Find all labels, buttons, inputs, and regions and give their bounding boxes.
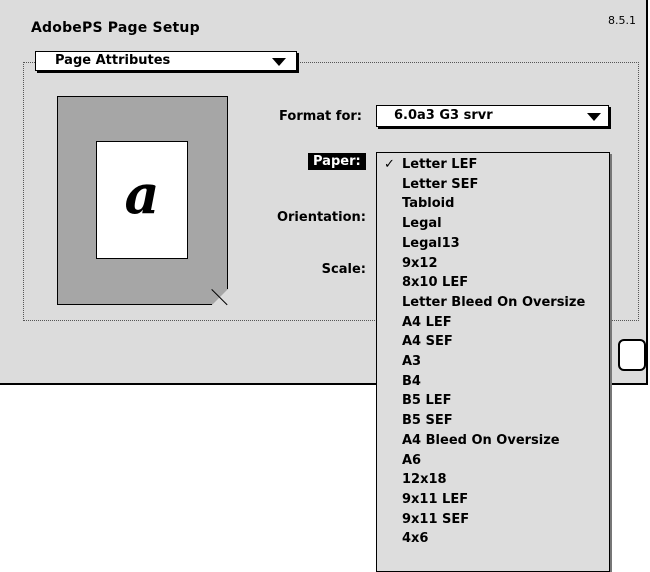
paper-menu-item[interactable]: A6 xyxy=(377,451,609,470)
paper-menu-item-label: A3 xyxy=(402,354,422,369)
paper-label-wrap: Paper: xyxy=(308,153,366,170)
paper-menu-item[interactable]: Letter SEF xyxy=(377,175,609,194)
paper-menu-item[interactable]: A3 xyxy=(377,352,609,371)
paper-menu-item-label: A4 SEF xyxy=(402,334,453,350)
paper-menu-item-label: A4 LEF xyxy=(402,314,452,330)
format-for-label: Format for: xyxy=(279,109,362,124)
format-for-popup[interactable]: 6.0a3 G3 srvr xyxy=(376,105,609,127)
paper-menu-item-label: 9x11 LEF xyxy=(402,491,469,507)
scale-label: Scale: xyxy=(321,262,366,277)
page-preview: a xyxy=(57,96,228,305)
version-label: 8.5.1 xyxy=(608,14,636,27)
paper-menu-item-label: A6 xyxy=(402,452,422,468)
paper-menu-item[interactable]: B5 LEF xyxy=(377,391,609,410)
paper-menu-item-label: Legal13 xyxy=(402,235,460,251)
format-for-value: 6.0a3 G3 srvr xyxy=(394,108,493,123)
paper-menu-item-label: Tabloid xyxy=(402,196,455,212)
paper-menu-item[interactable]: Legal13 xyxy=(377,234,609,253)
paper-menu-item-label: 9x11 SEF xyxy=(402,511,470,527)
paper-menu-item[interactable]: B4 xyxy=(377,372,609,391)
paper-label: Paper: xyxy=(308,153,366,170)
paper-menu-item-label: Legal xyxy=(402,216,442,232)
paper-menu-item-label: 9x12 xyxy=(402,255,438,271)
paper-menu-item[interactable]: ✓ Letter LEF xyxy=(377,155,609,174)
panel-popup-label: Page Attributes xyxy=(55,53,171,68)
paper-menu-item-label: Letter SEF xyxy=(402,176,479,192)
preview-glyph: a xyxy=(124,162,160,226)
paper-menu-item[interactable]: Legal xyxy=(377,214,609,233)
paper-menu-item-label: 8x10 LEF xyxy=(402,275,469,291)
paper-menu-item[interactable]: 4x6 xyxy=(377,529,609,548)
paper-sheet-preview: a xyxy=(96,141,188,259)
orientation-label: Orientation: xyxy=(276,210,366,225)
checkmark-icon: ✓ xyxy=(384,157,395,172)
paper-menu-item[interactable]: 12x18 xyxy=(377,470,609,489)
page-corner-fold-icon xyxy=(212,289,228,305)
paper-menu-item[interactable]: B5 SEF xyxy=(377,411,609,430)
paper-menu-item[interactable]: 9x11 LEF xyxy=(377,490,609,509)
paper-menu-item-label: A4 Bleed On Oversize xyxy=(402,432,560,448)
paper-menu-item[interactable]: Letter Bleed On Oversize xyxy=(377,293,609,312)
paper-dropdown-menu[interactable]: ✓ Letter LEF Letter SEF Tabloid Legal Legal13… xyxy=(376,152,610,572)
chevron-down-icon xyxy=(587,113,601,121)
paper-menu-item-label: B4 xyxy=(402,373,421,389)
panel-popup-menu[interactable]: Page Attributes xyxy=(35,51,297,71)
paper-menu-item[interactable]: 9x11 SEF xyxy=(377,510,609,529)
paper-menu-item[interactable]: Tabloid xyxy=(377,194,609,213)
chevron-down-icon xyxy=(272,58,286,66)
dialog-title: AdobePS Page Setup xyxy=(31,20,200,36)
paper-menu-item-label: 12x18 xyxy=(402,472,447,488)
paper-menu-item[interactable]: A4 Bleed On Oversize xyxy=(377,431,609,450)
paper-menu-item-label: Letter Bleed On Oversize xyxy=(402,294,586,310)
paper-menu-item-label: Letter LEF xyxy=(402,157,478,172)
paper-menu-item[interactable]: 8x10 LEF xyxy=(377,273,609,292)
paper-menu-item-label: 4x6 xyxy=(402,531,429,547)
paper-menu-item[interactable]: A4 SEF xyxy=(377,332,609,351)
ok-button[interactable] xyxy=(618,339,646,371)
paper-menu-item[interactable]: 9x12 xyxy=(377,254,609,273)
paper-menu-item[interactable]: A4 LEF xyxy=(377,313,609,332)
paper-menu-item-label: B5 LEF xyxy=(402,393,452,409)
paper-menu-item-label: B5 SEF xyxy=(402,413,453,429)
